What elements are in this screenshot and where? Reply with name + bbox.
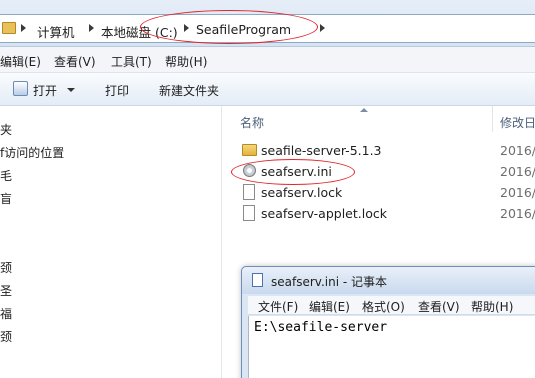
notepad-title: seafserv.ini - 记事本: [271, 275, 387, 289]
file-date: 2016/: [500, 185, 535, 200]
open-button[interactable]: 打开: [33, 82, 57, 99]
folder-icon: [242, 144, 257, 156]
notepad-menu-format[interactable]: 格式(O): [362, 298, 405, 315]
open-icon: [13, 81, 28, 96]
folder-icon: [2, 22, 16, 34]
notepad-icon: [252, 273, 263, 287]
notepad-menu-file[interactable]: 文件(F): [258, 298, 298, 315]
file-row[interactable]: seafserv.lock 2016/: [223, 182, 535, 203]
print-button[interactable]: 打印: [105, 82, 129, 99]
file-date: 2016/: [500, 206, 535, 221]
document-icon: [243, 205, 255, 221]
sort-ascending-icon: [360, 108, 368, 112]
menu-help[interactable]: 帮助(H): [165, 53, 207, 70]
nav-item[interactable]: 毛: [0, 167, 12, 184]
chevron-down-icon[interactable]: [67, 88, 75, 92]
menu-view[interactable]: 查看(V): [54, 53, 96, 70]
menu-bar: 编辑(E) 查看(V) 工具(T) 帮助(H): [0, 47, 535, 73]
new-folder-button[interactable]: 新建文件夹: [159, 82, 219, 99]
nav-item[interactable]: 颈: [0, 328, 12, 345]
chevron-right-icon[interactable]: [320, 24, 325, 32]
command-toolbar: 打开 打印 新建文件夹: [0, 73, 535, 106]
chevron-right-icon[interactable]: [21, 24, 26, 32]
file-date: 2016/: [500, 164, 535, 179]
file-name[interactable]: seafserv-applet.lock: [261, 206, 387, 221]
notepad-text-area[interactable]: E:\seafile-server: [248, 316, 535, 378]
nav-item[interactable]: 颈: [0, 259, 12, 276]
notepad-menu-view[interactable]: 查看(V): [418, 298, 460, 315]
nav-item[interactable]: 福: [0, 305, 12, 322]
navigation-pane: 夹 f访问的位置 毛 盲 颈 圣 福 颈: [0, 106, 222, 378]
notepad-window: seafserv.ini - 记事本 文件(F) 编辑(E) 格式(O) 查看(…: [241, 266, 535, 378]
notepad-menu-edit[interactable]: 编辑(E): [309, 298, 350, 315]
notepad-content: E:\seafile-server: [254, 320, 388, 335]
breadcrumb-computer[interactable]: 计算机: [37, 22, 75, 41]
column-header-name[interactable]: 名称: [240, 114, 264, 131]
file-date: 2016/: [500, 143, 535, 158]
nav-item[interactable]: 盲: [0, 190, 12, 207]
file-row[interactable]: seafserv-applet.lock 2016/: [223, 203, 535, 224]
nav-item[interactable]: 夹: [0, 121, 12, 138]
chevron-right-icon[interactable]: [89, 24, 94, 32]
highlight-oval: [140, 10, 318, 44]
menu-tools[interactable]: 工具(T): [111, 53, 152, 70]
nav-item[interactable]: 圣: [0, 282, 12, 299]
column-divider[interactable]: [492, 106, 493, 132]
highlight-oval: [231, 159, 355, 185]
file-row[interactable]: seafile-server-5.1.3 2016/: [223, 140, 535, 161]
file-name[interactable]: seafserv.lock: [261, 185, 342, 200]
file-name[interactable]: seafile-server-5.1.3: [261, 143, 382, 158]
notepad-menu-help[interactable]: 帮助(H): [471, 298, 513, 315]
column-header-modified[interactable]: 修改日: [500, 114, 535, 131]
nav-item-recent-places[interactable]: f访问的位置: [0, 144, 64, 161]
menu-edit[interactable]: 编辑(E): [0, 53, 41, 70]
notepad-menu-bar: 文件(F) 编辑(E) 格式(O) 查看(V) 帮助(H): [248, 296, 535, 315]
notepad-titlebar[interactable]: seafserv.ini - 记事本: [242, 267, 535, 294]
document-icon: [243, 184, 255, 200]
